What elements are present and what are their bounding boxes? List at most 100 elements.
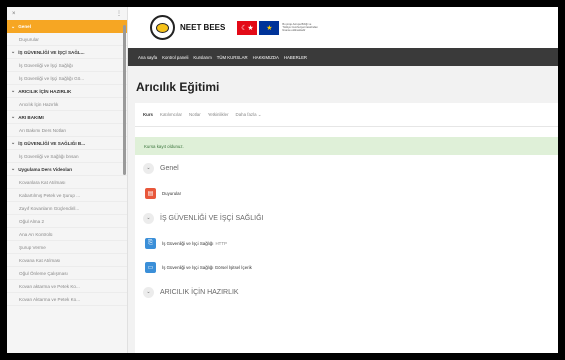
sidebar-item-label: Oğul Önleme Çalışması: [19, 270, 68, 276]
file-icon: ⎘: [145, 237, 156, 249]
sidebar-item-label: Arıcılık İçin Hazırlık: [19, 101, 59, 107]
sidebar-item[interactable]: Duyurular: [7, 33, 127, 46]
page-title: Arıcılık Eğitimi: [136, 80, 220, 94]
sidebar-item-label: ARI BAKIMI: [18, 114, 44, 120]
nav-link[interactable]: Kurslarım: [193, 55, 211, 60]
forum-icon: ▤: [145, 187, 156, 199]
sidebar-item[interactable]: Oğul Alma 2: [7, 215, 127, 228]
close-drawer-icon[interactable]: ×: [12, 11, 16, 17]
activity-label[interactable]: İş Güvenliği ve İşçi Sağlığı Görsel İşit…: [162, 265, 252, 270]
section-title: İŞ GÜVENLİĞİ VE İŞÇİ SAĞLIĞI: [160, 214, 264, 222]
activity-label[interactable]: İş Güvenliği ve İşçi Sağlığı HTTP: [162, 241, 227, 246]
nav-link[interactable]: Ana sayfa: [138, 55, 157, 60]
sidebar-section[interactable]: ⌄ İŞ GÜVENLİĞİ VE İŞÇİ SAĞL...: [7, 46, 127, 59]
sidebar-item[interactable]: Arıcılık İçin Hazırlık: [7, 98, 127, 111]
sidebar-item-label: Kovan aktarma ve Petek Ko...: [19, 283, 80, 289]
activity-name: İş Güvenliği ve İşçi Sağlığı: [162, 240, 214, 246]
sidebar-section[interactable]: ⌄ ARICILIK İÇİN HAZIRLIK: [7, 85, 127, 98]
nav-link[interactable]: HABERLER: [284, 55, 307, 60]
sidebar-item-label: Uygulama Ders Videoları: [18, 166, 73, 172]
sidebar-item[interactable]: İş Güvenliği ve İşçi Sağlığı: [7, 59, 127, 72]
drawer-menu-icon[interactable]: ⋮: [116, 10, 122, 17]
sidebar-item-label: Oğul Alma 2: [19, 218, 45, 224]
chevron-down-icon[interactable]: ⌄: [11, 24, 15, 30]
sidebar-item-label: İŞ GÜVENLİĞİ VE İŞÇİ SAĞL...: [18, 49, 85, 55]
nav-link[interactable]: HAKKIMIZDA: [253, 55, 279, 60]
sidebar-item[interactable]: Zayıf Kovanların Güçlendiril...: [7, 202, 127, 215]
sidebar-item[interactable]: Arı Bakımı Ders Notları: [7, 124, 127, 137]
sidebar-item-label: İŞ GÜVENLİĞİ VE SAĞLIĞI B...: [18, 140, 86, 146]
sidebar-item[interactable]: Ana Arı Kontrolü: [7, 228, 127, 241]
sidebar-item-label: İş Güvenliği ve Sağlığı bnsan: [19, 153, 79, 159]
section-header[interactable]: ⌄ İŞ GÜVENLİĞİ VE İŞÇİ SAĞLIĞI: [135, 205, 558, 231]
eu-funding-caption: Bu proje Avrupa Birliği ve Türkiye Cumhu…: [282, 23, 318, 32]
sidebar-item[interactable]: Kovanlara Kat Atılması: [7, 176, 127, 189]
section-header[interactable]: ⌄ Genel: [135, 155, 558, 181]
tab-1[interactable]: Katılımcılar: [160, 112, 182, 117]
sidebar-item[interactable]: Kovan aktarma ve Petek Ko...: [7, 280, 127, 293]
sidebar-section[interactable]: ⌄ Uygulama Ders Videoları: [7, 163, 127, 176]
sidebar-item[interactable]: İş Güvenliği ve İşçi Sağlığı Gö...: [7, 72, 127, 85]
sidebar-item-label: İş Güvenliği ve İşçi Sağlığı: [19, 62, 73, 68]
drawer-header: × ⋮: [7, 7, 127, 20]
chevron-down-icon[interactable]: ⌄: [11, 49, 15, 55]
sidebar-item[interactable]: Şurup Verme: [7, 241, 127, 254]
chevron-down-icon[interactable]: ⌄: [11, 140, 15, 146]
folder-icon: ▭: [145, 261, 156, 273]
sidebar-section[interactable]: ⌄ Genel: [7, 20, 127, 33]
drawer-scrollbar[interactable]: [123, 25, 126, 175]
activity-type-tag: HTTP: [215, 240, 227, 246]
collapse-toggle-icon[interactable]: ⌄: [143, 212, 154, 224]
bee-body: [156, 22, 169, 33]
primary-navigation: Ana sayfa Kontrol paneli Kurslarım TÜM KURS…: [128, 48, 558, 66]
secondary-navigation: Kurs Katılımcılar Notlar Yetkinlikler Daha f…: [135, 103, 558, 127]
eu-flag-icon: ★: [259, 20, 280, 35]
sidebar-section[interactable]: ⌄ İŞ GÜVENLİĞİ VE SAĞLIĞI B...: [7, 137, 127, 150]
turkey-flag-icon: ☾★: [237, 20, 258, 35]
activity-label[interactable]: Duyurular: [162, 191, 181, 196]
sidebar-item[interactable]: Oğul Önleme Çalışması: [7, 267, 127, 280]
site-header: NEET BEES ☾★ ★ Bu proje Avrupa Birliği v…: [128, 7, 558, 48]
sidebar-item-label: Arı Bakımı Ders Notları: [19, 127, 67, 133]
sidebar-section[interactable]: ⌄ ARI BAKIMI: [7, 111, 127, 124]
sidebar-item[interactable]: İş Güvenliği ve Sağlığı bnsan: [7, 150, 127, 163]
course-card: Kurs Katılımcılar Notlar Yetkinlikler Daha f…: [135, 103, 558, 353]
activity-item[interactable]: ▤ Duyurular: [135, 181, 558, 205]
sidebar-item[interactable]: Kovana Kat Atılması: [7, 254, 127, 267]
bee-logo-icon[interactable]: [150, 15, 175, 40]
sidebar-item-label: ARICILIK İÇİN HAZIRLIK: [18, 88, 72, 94]
course-index-list: ⌄ Genel Duyurular ⌄ İŞ GÜVENLİĞİ VE İŞÇİ SAĞ…: [7, 20, 127, 306]
activity-name: İş Güvenliği ve İşçi Sağlığı Görsel İşit…: [162, 264, 252, 270]
activity-item[interactable]: ▭ İş Güvenliği ve İşçi Sağlığı Görsel İşi…: [135, 255, 558, 279]
sidebar-item-label: Şurup Verme: [19, 244, 46, 250]
sidebar-item-label: Kabartılmış Petek ve Şurup ...: [19, 192, 81, 198]
collapse-toggle-icon[interactable]: ⌄: [143, 286, 154, 298]
nav-link[interactable]: Kontrol paneli: [162, 55, 188, 60]
sidebar-item[interactable]: Kabartılmış Petek ve Şurup ...: [7, 189, 127, 202]
course-sections: ⌄ Genel ▤ Duyurular ⌄ İŞ GÜVENLİĞİ VE İŞÇİ SA…: [135, 155, 558, 305]
section-title: Genel: [160, 164, 179, 172]
sidebar-item[interactable]: Kovan Aktarma ve Petek Ko...: [7, 293, 127, 306]
sidebar-item-label: Kovanlara Kat Atılması: [19, 179, 66, 185]
tab-0[interactable]: Kurs: [143, 112, 153, 117]
enrol-success-alert: Kursa kayıt oldunuz.: [135, 137, 558, 155]
section-title: ARICILIK İÇİN HAZIRLIK: [160, 288, 239, 296]
sidebar-item-label: Ana Arı Kontrolü: [19, 231, 53, 237]
activity-item[interactable]: ⎘ İş Güvenliği ve İşçi Sağlığı HTTP: [135, 231, 558, 255]
course-index-drawer: × ⋮ ⌄ Genel Duyurular ⌄ İŞ GÜVENLİĞİ VE İŞÇİ…: [7, 7, 128, 353]
tab-3[interactable]: Yetkinlikler: [208, 112, 229, 117]
section-header[interactable]: ⌄ ARICILIK İÇİN HAZIRLIK: [135, 279, 558, 305]
activity-name: Duyurular: [162, 190, 182, 196]
collapse-toggle-icon[interactable]: ⌄: [143, 162, 154, 174]
app-frame: × ⋮ ⌄ Genel Duyurular ⌄ İŞ GÜVENLİĞİ VE İŞÇİ…: [7, 7, 558, 353]
chevron-down-icon[interactable]: ⌄: [11, 166, 15, 172]
brand-name[interactable]: NEET BEES: [180, 23, 225, 32]
tab-4[interactable]: Daha fazla ⌄: [236, 112, 262, 118]
main-content: NEET BEES ☾★ ★ Bu proje Avrupa Birliği v…: [128, 7, 558, 353]
sidebar-item-label: Genel: [18, 24, 31, 29]
tab-2[interactable]: Notlar: [189, 112, 201, 117]
chevron-down-icon[interactable]: ⌄: [11, 88, 15, 94]
sidebar-item-label: İş Güvenliği ve İşçi Sağlığı Gö...: [19, 75, 85, 81]
chevron-down-icon[interactable]: ⌄: [11, 114, 15, 120]
nav-link[interactable]: TÜM KURSLAR: [217, 55, 248, 60]
